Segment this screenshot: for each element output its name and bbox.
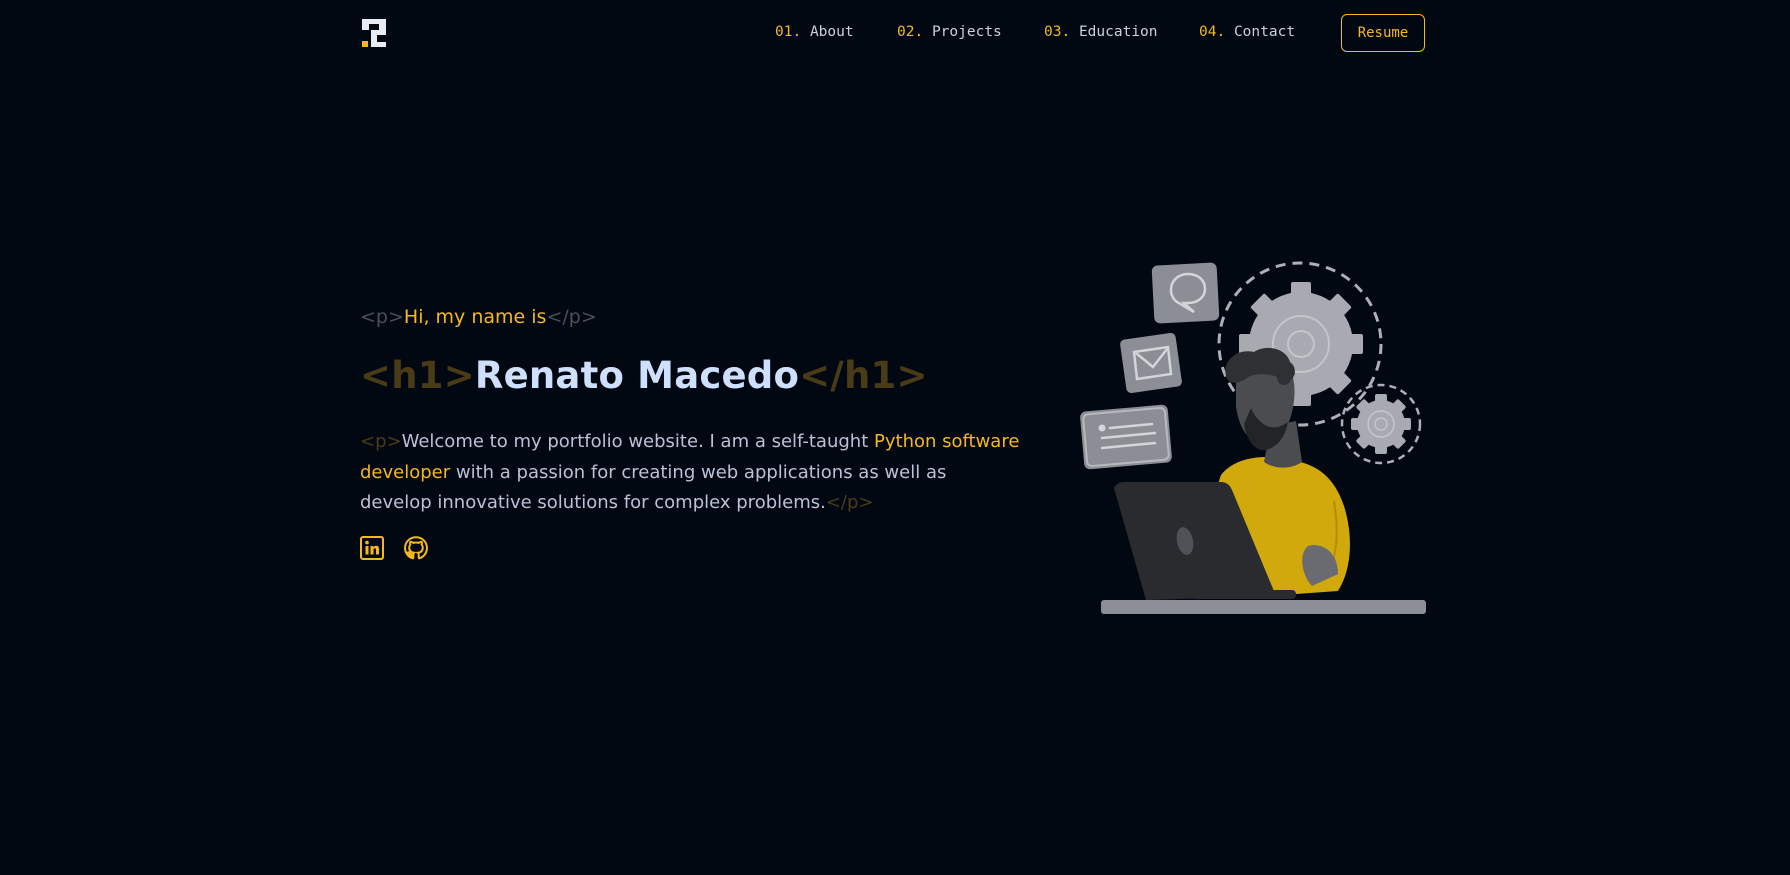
intro-text: Hi, my name is (403, 306, 547, 328)
bio-close-tag: </p> (825, 492, 874, 513)
nav-label: About (809, 24, 854, 40)
bio-text-start: Welcome to my portfolio website. I am a … (401, 431, 874, 452)
intro-open-tag: <p> (360, 306, 404, 328)
h1-close-tag: </h1> (799, 354, 928, 397)
page-title: <h1>Renato Macedo</h1> (360, 354, 928, 397)
monogram-logo-icon[interactable] (362, 19, 386, 47)
developer-illustration (1080, 261, 1426, 614)
nav-number: 02. (897, 24, 924, 40)
h1-open-tag: <h1> (360, 354, 475, 397)
resume-button[interactable]: Resume (1341, 14, 1425, 52)
nav-about[interactable]: 01. About (775, 24, 854, 40)
nav-education[interactable]: 03. Education (1044, 24, 1158, 40)
developer-name: Renato Macedo (474, 354, 800, 397)
portfolio-page: 01. About 02. Projects 03. Education 04.… (0, 0, 1790, 875)
bio-paragraph: <p>Welcome to my portfolio website. I am… (360, 427, 1020, 519)
nav-label: Contact (1233, 24, 1296, 40)
social-links (360, 536, 428, 560)
intro-close-tag: </p> (546, 306, 597, 328)
nav-number: 03. (1044, 24, 1071, 40)
intro-line: <p>Hi, my name is</p> (360, 306, 597, 328)
github-icon[interactable] (404, 536, 428, 560)
nav-contact[interactable]: 04. Contact (1199, 24, 1295, 40)
nav-projects[interactable]: 02. Projects (897, 24, 1002, 40)
bio-open-tag: <p> (360, 431, 402, 452)
nav-number: 01. (775, 24, 802, 40)
nav-label: Projects (931, 24, 1002, 40)
nav-label: Education (1078, 24, 1158, 40)
nav-number: 04. (1199, 24, 1226, 40)
linkedin-icon[interactable] (360, 536, 384, 560)
